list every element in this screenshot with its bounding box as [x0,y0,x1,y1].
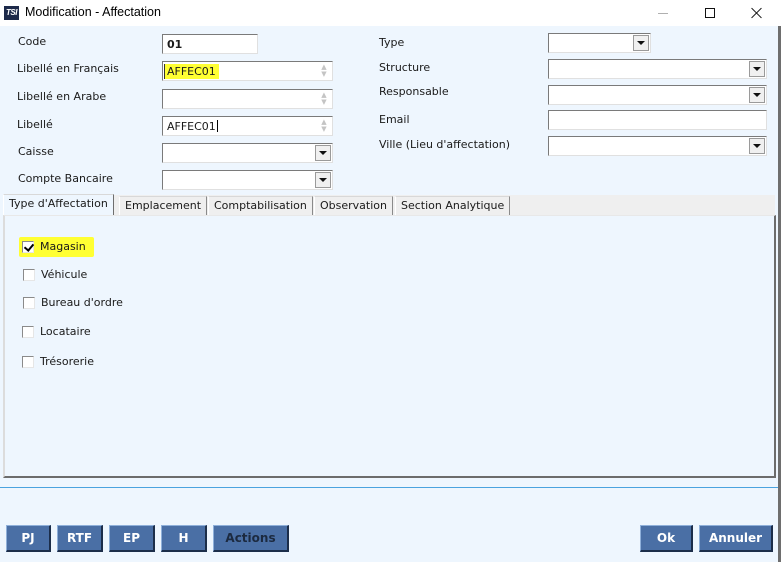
libelle-fr-value: AFFEC01 [164,64,219,79]
tab-emplacement[interactable]: Emplacement [119,196,208,215]
window-title: Modification - Affectation [25,5,161,19]
code-label: Code [18,35,47,48]
ville-combo[interactable] [548,136,767,156]
close-button[interactable] [733,0,779,26]
chevron-down-icon [319,178,327,182]
ville-label: Ville (Lieu d'affectation) [379,138,510,151]
checkbox-label: Bureau d'ordre [41,296,123,309]
checkbox-icon[interactable] [22,355,34,368]
chevron-down-icon [637,41,645,45]
checkbox-label: Magasin [40,240,86,253]
annuler-button[interactable]: Annuler [699,525,773,552]
libelle-ar-field[interactable]: ▲ ▼ [162,89,333,109]
spin-arrows-icon[interactable]: ▲ ▼ [318,92,330,106]
pj-button[interactable]: PJ [6,525,51,552]
checkbox-vehicule[interactable]: Véhicule [23,268,87,281]
checkbox-label: Trésorerie [40,355,95,368]
tab-section-analytique[interactable]: Section Analytique [395,196,511,215]
maximize-button[interactable] [687,0,733,26]
text-caret [216,120,218,132]
ep-button[interactable]: EP [109,525,155,552]
app-logo-icon: TSI [4,6,19,20]
checkbox-locataire[interactable]: Locataire [22,325,91,338]
caisse-combo[interactable] [162,143,333,163]
structure-combo[interactable] [548,59,767,79]
ville-dropdown-button[interactable] [749,138,765,154]
actions-button[interactable]: Actions [213,525,289,552]
minimize-button[interactable] [640,0,686,26]
close-icon [750,7,762,19]
caisse-label: Caisse [18,145,54,158]
h-button[interactable]: H [161,525,207,552]
structure-dropdown-button[interactable] [749,61,765,77]
rtf-button[interactable]: RTF [57,525,103,552]
spin-arrows-icon[interactable]: ▲ ▼ [318,64,330,78]
responsable-dropdown-button[interactable] [749,87,765,103]
libelle-label: Libellé [17,118,53,131]
tab-type-affectation[interactable]: Type d'Affectation [3,194,114,215]
libelle-ar-label: Libellé en Arabe [17,90,107,103]
caisse-dropdown-button[interactable] [315,145,331,161]
libelle-value: AFFEC01 [167,120,216,133]
code-field[interactable]: 01 [162,34,258,54]
title-bar: TSI Modification - Affectation [0,0,781,26]
chevron-down-icon [753,93,761,97]
checkbox-magasin[interactable]: Magasin [19,237,94,257]
chevron-down-icon [319,151,327,155]
checkbox-tresorerie[interactable]: Trésorerie [22,355,94,368]
tab-panel-type-affectation [3,215,776,478]
checkbox-checked-icon[interactable] [22,240,34,253]
type-dropdown-button[interactable] [633,35,649,51]
chevron-down-icon [753,67,761,71]
checkbox-icon[interactable] [23,296,35,309]
chevron-down-icon [753,144,761,148]
responsable-combo[interactable] [548,85,767,105]
type-label: Type [379,36,405,49]
compte-bancaire-label: Compte Bancaire [18,172,113,185]
checkbox-label: Locataire [40,325,91,338]
type-combo[interactable] [548,33,651,53]
email-field[interactable] [548,110,767,130]
email-label: Email [379,113,410,126]
code-value: 01 [167,38,183,51]
libelle-field[interactable]: AFFEC01 ▲ ▼ [162,116,333,136]
tab-comptabilisation[interactable]: Comptabilisation [208,196,313,215]
separator [0,487,778,488]
maximize-icon [705,8,715,18]
tab-observation[interactable]: Observation [314,196,393,215]
minimize-icon [658,12,668,14]
checkbox-label: Véhicule [41,268,88,281]
checkbox-bureau-ordre[interactable]: Bureau d'ordre [23,296,123,309]
checkbox-icon[interactable] [23,268,35,281]
checkbox-icon[interactable] [22,325,34,338]
spin-arrows-icon[interactable]: ▲ ▼ [318,119,330,133]
structure-label: Structure [379,61,431,74]
libelle-fr-field[interactable]: AFFEC01 ▲ ▼ [162,61,333,81]
ok-button[interactable]: Ok [640,525,693,552]
libelle-fr-label: Libellé en Français [17,62,119,75]
compte-bancaire-combo[interactable] [162,170,333,190]
responsable-label: Responsable [379,85,449,98]
compte-bancaire-dropdown-button[interactable] [315,172,331,188]
